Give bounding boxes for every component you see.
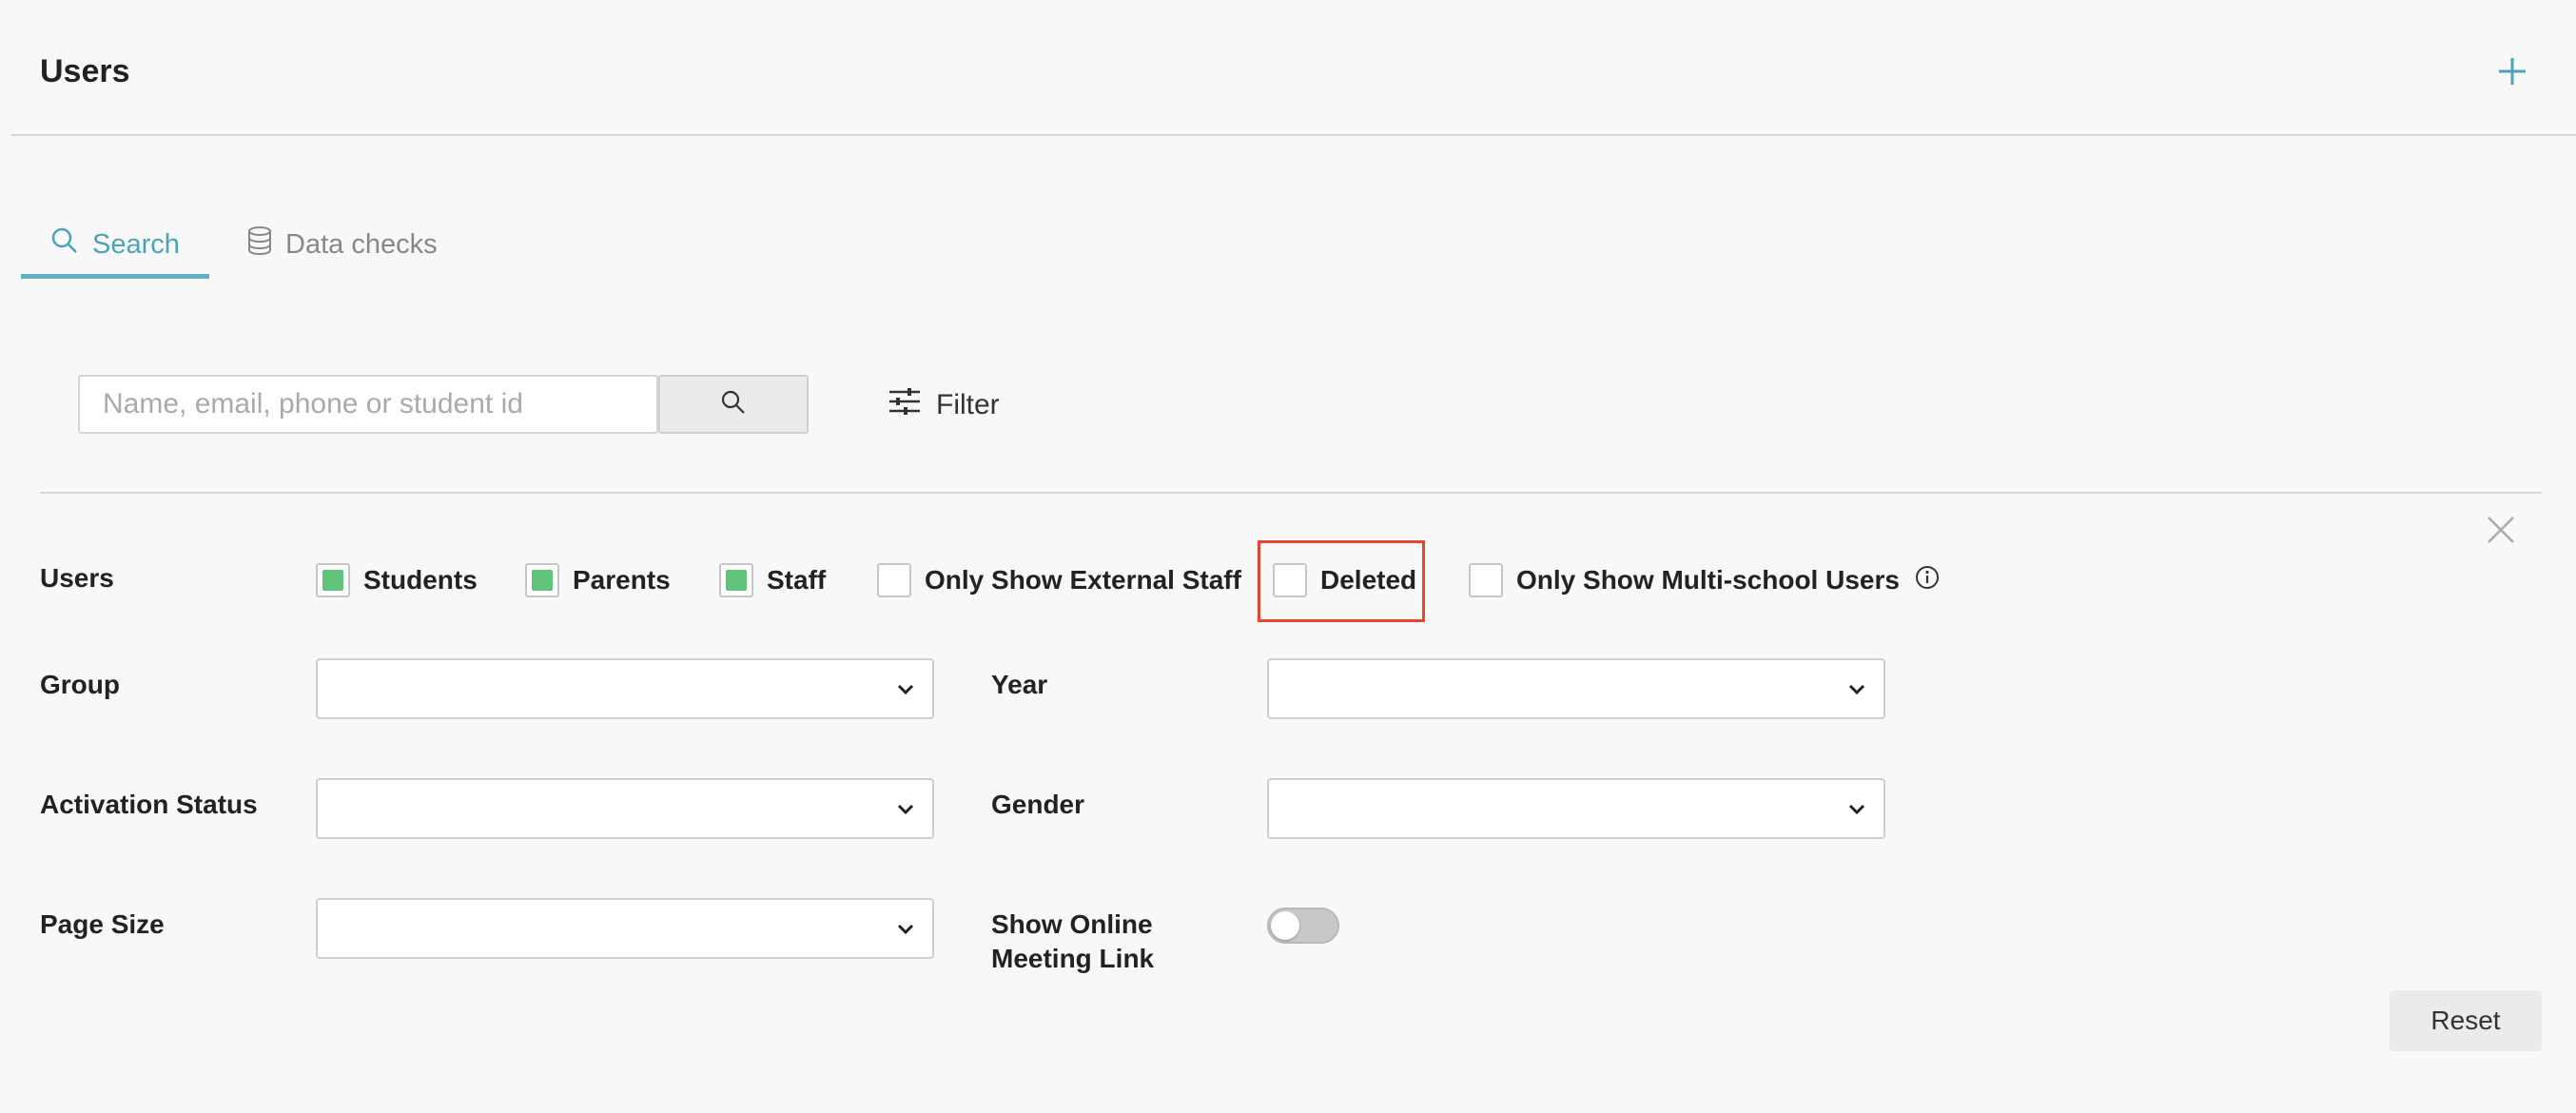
activation-status-label: Activation Status [40, 790, 258, 819]
staff-label: Staff [767, 565, 827, 595]
multi-school-checkbox[interactable]: Only Show Multi-school Users [1469, 561, 1940, 599]
tab-data-checks-label: Data checks [285, 228, 438, 260]
online-meeting-toggle[interactable] [1267, 908, 1339, 944]
students-label: Students [363, 565, 478, 595]
checkbox-box[interactable] [316, 563, 350, 597]
chevron-down-icon [1848, 804, 1865, 815]
tab-data-checks[interactable]: Data checks [247, 211, 438, 278]
group-label: Group [40, 670, 120, 699]
search-icon [720, 389, 747, 420]
checkbox-box[interactable] [525, 563, 559, 597]
toggle-knob [1271, 911, 1299, 940]
year-label: Year [991, 670, 1048, 699]
reset-button[interactable]: Reset [2390, 990, 2542, 1051]
filter-divider [40, 492, 2542, 494]
checkbox-box[interactable] [719, 563, 753, 597]
parents-label: Parents [573, 565, 671, 595]
page-title: Users [40, 53, 130, 89]
search-button[interactable] [658, 375, 809, 434]
database-icon [247, 226, 285, 263]
group-select[interactable] [316, 658, 934, 719]
page-size-label: Page Size [40, 909, 165, 939]
close-icon[interactable] [2485, 514, 2517, 546]
activation-status-select[interactable] [316, 778, 934, 839]
gender-label: Gender [991, 790, 1085, 819]
checkbox-box[interactable] [1273, 563, 1307, 597]
online-meeting-label: Show Online Meeting Link [991, 909, 1155, 973]
chevron-down-icon [1848, 684, 1865, 695]
checkbox-box[interactable] [877, 563, 911, 597]
deleted-checkbox[interactable]: Deleted [1273, 561, 1416, 599]
external-staff-checkbox[interactable]: Only Show External Staff [877, 561, 1241, 599]
search-icon [50, 226, 92, 263]
chevron-down-icon [897, 804, 914, 815]
add-icon[interactable] [2496, 55, 2528, 88]
checkbox-box[interactable] [1469, 563, 1503, 597]
page-size-select[interactable] [316, 898, 934, 959]
gender-select[interactable] [1267, 778, 1885, 839]
multi-school-label: Only Show Multi-school Users [1516, 565, 1900, 595]
year-select[interactable] [1267, 658, 1885, 719]
tab-search[interactable]: Search [21, 211, 209, 278]
deleted-label: Deleted [1320, 565, 1417, 595]
filter-label: Filter [936, 389, 1000, 420]
sliders-icon [888, 387, 936, 423]
students-checkbox[interactable]: Students [316, 561, 478, 599]
chevron-down-icon [897, 924, 914, 935]
tab-search-label: Search [92, 228, 180, 260]
external-staff-label: Only Show External Staff [925, 565, 1241, 595]
parents-checkbox[interactable]: Parents [525, 561, 671, 599]
info-icon[interactable] [1915, 565, 1940, 596]
staff-checkbox[interactable]: Staff [719, 561, 826, 599]
chevron-down-icon [897, 684, 914, 695]
users-filter-label: Users [40, 563, 114, 593]
header-divider [11, 134, 2576, 136]
active-tab-indicator [21, 274, 209, 279]
filter-button[interactable]: Filter [888, 384, 1000, 426]
search-input[interactable] [78, 375, 658, 434]
